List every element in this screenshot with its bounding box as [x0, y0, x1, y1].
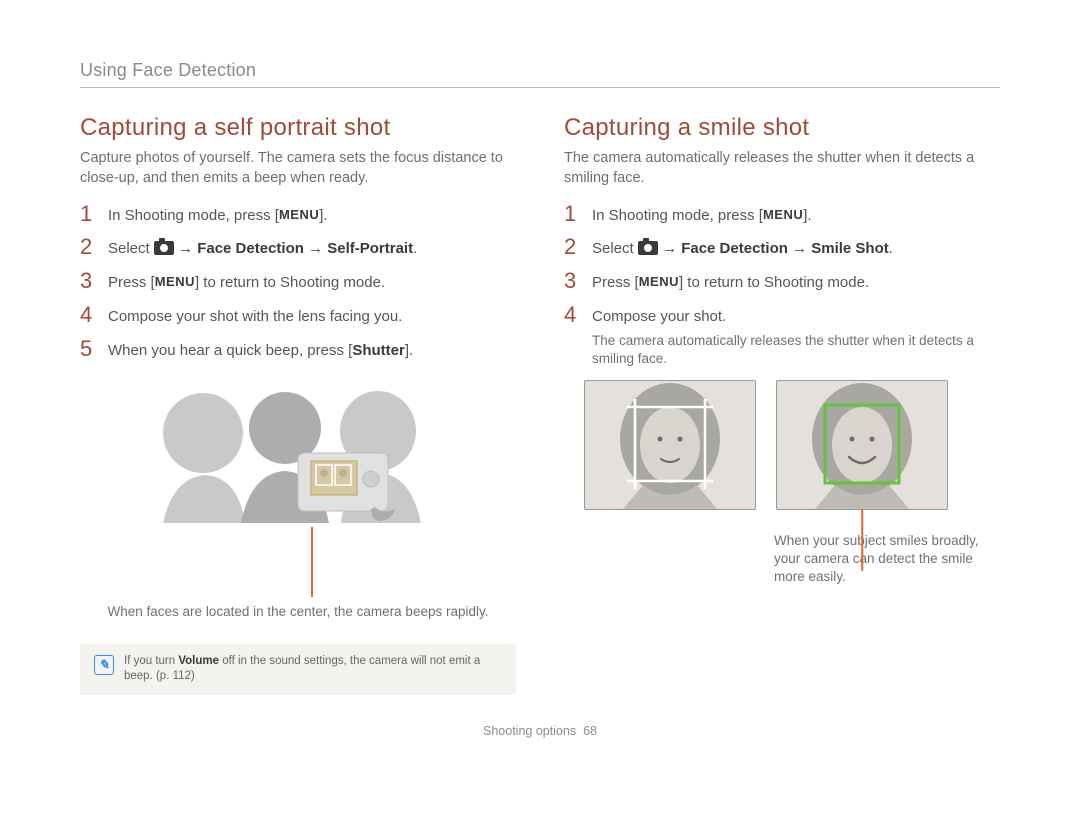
- step-5-bold: Shutter: [352, 342, 405, 359]
- note-box: ✎ If you turn Volume off in the sound se…: [80, 644, 516, 695]
- step-number: 3: [564, 270, 578, 292]
- step-2-suffix: .: [889, 240, 893, 257]
- step-number: 4: [80, 304, 94, 326]
- step-3-text: Press [MENU] to return to Shooting mode.: [592, 272, 1000, 294]
- step-2-text: Select → Face Detection → Smile Shot.: [592, 238, 1000, 260]
- footer-section: Shooting options: [483, 724, 576, 738]
- step-1-suffix: ].: [803, 207, 811, 224]
- camera-icon: [154, 241, 174, 255]
- note-prefix: If you turn: [124, 655, 178, 667]
- step-4-text: Compose your shot with the lens facing y…: [108, 306, 516, 328]
- step-1-suffix: ].: [319, 207, 327, 224]
- step-1-prefix: In Shooting mode, press [: [592, 207, 763, 224]
- step-number: 5: [80, 338, 94, 360]
- step-number: 3: [80, 270, 94, 292]
- step-number: 1: [564, 203, 578, 225]
- step-4-text: Compose your shot. The camera automatica…: [592, 306, 1000, 368]
- intro-self-portrait: Capture photos of yourself. The camera s…: [80, 148, 516, 189]
- step-3-suffix: ] to return to Shooting mode.: [195, 274, 385, 291]
- step-5-text: When you hear a quick beep, press [Shutt…: [108, 340, 516, 362]
- menu-icon: MENU: [155, 273, 195, 292]
- menu-icon: MENU: [639, 273, 679, 292]
- camera-icon: [638, 241, 658, 255]
- illustration-smile-detect-1: [584, 380, 756, 510]
- step-number: 2: [80, 236, 94, 258]
- step-2-bold: → Face Detection → Self-Portrait: [174, 240, 413, 257]
- step-3-text: Press [MENU] to return to Shooting mode.: [108, 272, 516, 294]
- heading-smile-shot: Capturing a smile shot: [564, 114, 1000, 142]
- step-2-text: Select → Face Detection → Self-Portrait.: [108, 238, 516, 260]
- step-3-suffix: ] to return to Shooting mode.: [679, 274, 869, 291]
- menu-icon: MENU: [763, 206, 803, 225]
- step-number: 2: [564, 236, 578, 258]
- footer-page-number: 68: [583, 724, 597, 738]
- intro-smile-shot: The camera automatically releases the sh…: [564, 148, 1000, 189]
- step-5-suffix: ].: [405, 342, 413, 359]
- step-4-sub: The camera automatically releases the sh…: [592, 332, 1000, 368]
- heading-self-portrait: Capturing a self portrait shot: [80, 114, 516, 142]
- col-self-portrait: Capturing a self portrait shot Capture p…: [80, 114, 516, 695]
- note-text: If you turn Volume off in the sound sett…: [124, 654, 502, 685]
- pointer-line: [861, 509, 863, 571]
- step-number: 4: [564, 304, 578, 326]
- step-3-prefix: Press [: [108, 274, 155, 291]
- step-1-prefix: In Shooting mode, press [: [108, 207, 279, 224]
- menu-icon: MENU: [279, 206, 319, 225]
- step-1-text: In Shooting mode, press [MENU].: [108, 205, 516, 227]
- illustration-smile-detect-2: [776, 380, 948, 510]
- step-2-suffix: .: [413, 240, 417, 257]
- illustration-caption: When faces are located in the center, th…: [80, 603, 516, 621]
- step-2-bold: → Face Detection → Smile Shot: [658, 240, 889, 257]
- smile-caption: When your subject smiles broadly, your c…: [774, 532, 1000, 587]
- page-footer: Shooting options 68: [40, 724, 1040, 738]
- illustration-self-portrait: [143, 373, 453, 523]
- info-icon: ✎: [94, 655, 114, 675]
- pointer-line: [311, 527, 313, 597]
- step-1-text: In Shooting mode, press [MENU].: [592, 205, 1000, 227]
- step-2-prefix: Select: [592, 240, 638, 257]
- note-bold: Volume: [178, 655, 219, 667]
- breadcrumb-section: Using Face Detection: [80, 60, 1000, 88]
- step-3-prefix: Press [: [592, 274, 639, 291]
- step-2-prefix: Select: [108, 240, 154, 257]
- step-4-main: Compose your shot.: [592, 308, 726, 325]
- step-number: 1: [80, 203, 94, 225]
- col-smile-shot: Capturing a smile shot The camera automa…: [564, 114, 1000, 695]
- step-5-prefix: When you hear a quick beep, press [: [108, 342, 352, 359]
